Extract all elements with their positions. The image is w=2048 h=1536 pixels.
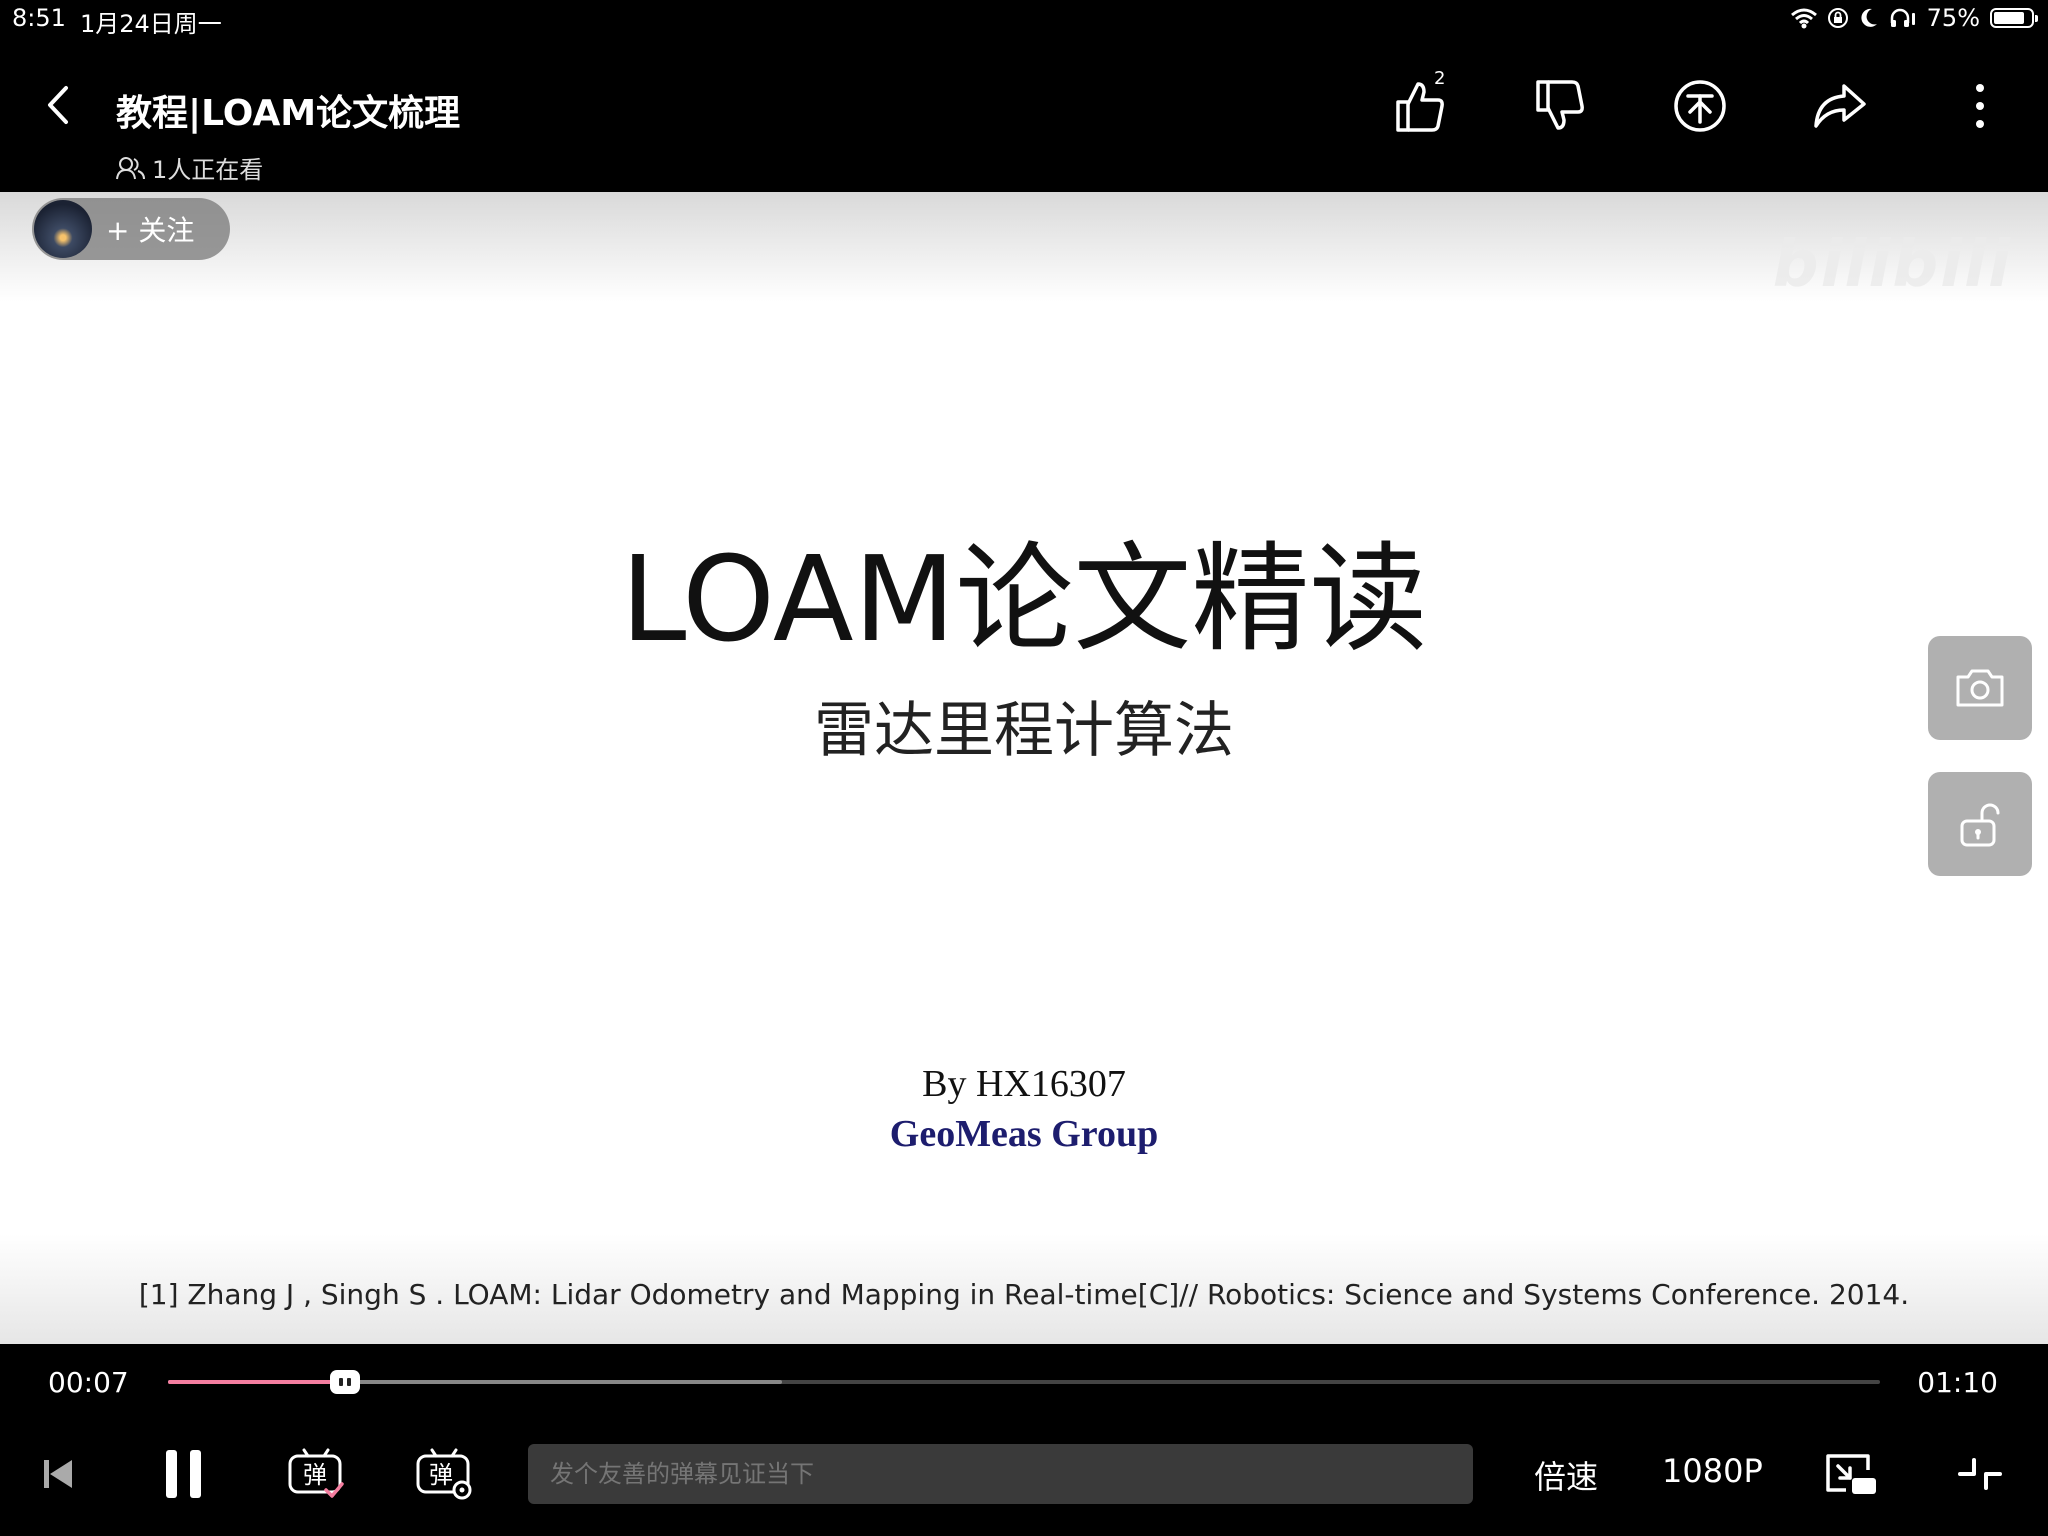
back-icon[interactable] (40, 80, 76, 130)
moon-icon (1861, 8, 1877, 27)
status-time: 8:51 (12, 4, 66, 32)
video-title: 教程|LOAM论文梳理 (116, 93, 461, 134)
coin-icon[interactable] (1670, 76, 1730, 136)
viewer-count-label: 1人正在看 (152, 156, 264, 184)
follow-label: + 关注 (106, 214, 195, 247)
video-top-shade (0, 192, 2048, 302)
danmaku-on-icon[interactable]: 弹 (286, 1446, 346, 1502)
share-icon[interactable] (1810, 76, 1870, 136)
more-icon[interactable] (1950, 76, 2010, 136)
battery-icon (1990, 8, 2038, 28)
wifi-icon (1790, 8, 1817, 29)
video-frame[interactable]: + 关注 bilibili LOAM论文精读 雷达里程计算法 By HX1630… (0, 192, 2048, 1344)
screenshot-button[interactable] (1928, 636, 2032, 740)
progress-played (168, 1380, 344, 1384)
progress-thumb[interactable] (330, 1370, 360, 1394)
pause-icon[interactable] (156, 1446, 216, 1502)
slide-group: GeoMeas Group (889, 1113, 1159, 1155)
camera-icon (1956, 669, 2004, 707)
follow-button[interactable]: + 关注 (32, 198, 230, 260)
speed-button[interactable]: 倍速 (1534, 1452, 1598, 1498)
slide-subtitle: 雷达里程计算法 (814, 696, 1234, 766)
quality-button[interactable]: 1080P (1662, 1452, 1763, 1490)
svg-text:弹: 弹 (303, 1461, 327, 1489)
picture-in-picture-icon[interactable] (1822, 1446, 1882, 1502)
like-count: 2 (1434, 68, 1446, 89)
slide-reference: [1] Zhang J , Singh S . LOAM: Lidar Odom… (138, 1278, 1910, 1311)
dislike-icon[interactable] (1530, 76, 1590, 136)
headphones-icon (1890, 8, 1915, 27)
danmaku-settings-icon[interactable]: 弹 (414, 1446, 474, 1502)
slide-author: By HX16307 (922, 1063, 1126, 1105)
lock-icon (1960, 803, 2000, 847)
lock-screen-button[interactable] (1928, 772, 2032, 876)
slide-title: LOAM论文精读 (620, 530, 1428, 668)
battery-percent: 75% (1926, 4, 1980, 32)
danmaku-input[interactable] (528, 1444, 1473, 1504)
viewer-count: 1人正在看 (116, 150, 263, 185)
uploader-avatar[interactable] (34, 200, 92, 258)
total-time: 01:10 (1917, 1366, 1998, 1399)
skip-previous-icon[interactable] (28, 1446, 88, 1502)
bilibili-watermark: bilibili (1772, 228, 2012, 302)
people-icon (116, 156, 145, 179)
status-indicators: 75% (1790, 4, 2038, 32)
screen-lock-icon (1827, 8, 1848, 28)
current-time: 00:07 (48, 1366, 129, 1399)
exit-fullscreen-icon[interactable] (1950, 1446, 2010, 1502)
svg-text:弹: 弹 (429, 1461, 453, 1489)
status-date: 1月24日周一 (80, 10, 222, 38)
